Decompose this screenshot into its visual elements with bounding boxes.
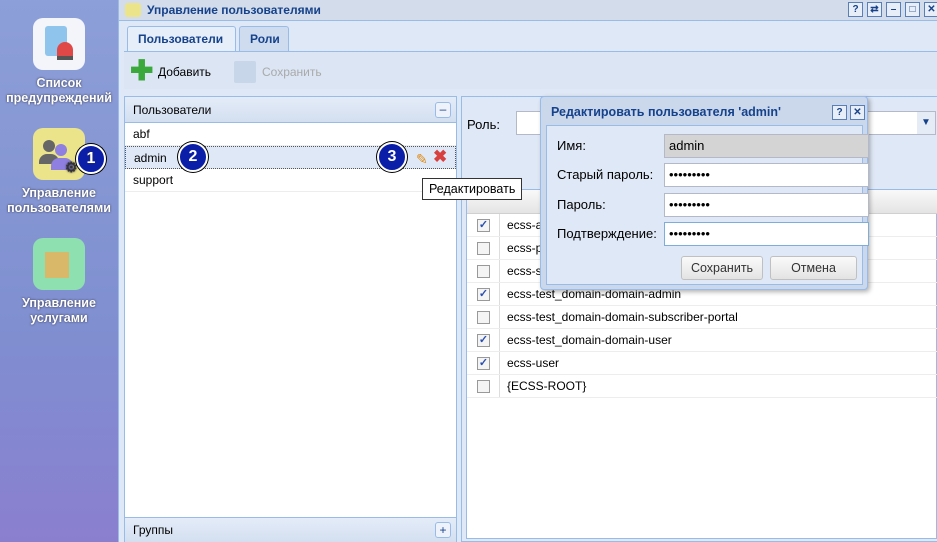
users-panel: Пользователи – abf admin ✎ ✖ support 2 3… [124,96,457,542]
help-button[interactable]: ? [832,105,847,120]
help-button[interactable]: ? [848,2,863,17]
role-checkbox[interactable]: ✓ [477,334,490,347]
dialog-title: Редактировать пользователя 'admin' [551,105,781,119]
tab-users[interactable]: Пользователи [127,26,236,51]
table-row[interactable]: ✓ ecss-test_domain-domain-user [467,329,937,352]
old-password-label: Старый пароль: [557,167,654,182]
role-name: ecss-s [507,264,542,278]
plus-icon: ✚ [130,55,154,86]
users-panel-header: Пользователи – [125,97,456,123]
role-label: Роль: [467,117,501,132]
users-panel-title: Пользователи [133,103,212,117]
step-badge: 1 [76,144,106,174]
role-checkbox[interactable] [477,265,490,278]
table-row[interactable]: ✓ ecss-user [467,352,937,375]
services-icon [33,238,85,290]
role-checkbox[interactable] [477,242,490,255]
window-titlebar: Управление пользователями ? ⇄ – □ ✕ [119,0,937,21]
expand-button[interactable]: + [435,522,451,538]
name-field: admin [664,134,869,158]
sidebar-item-services[interactable]: Управление услугами [0,238,118,326]
minimize-button[interactable]: – [886,2,901,17]
role-checkbox[interactable] [477,311,490,324]
role-name: ecss-p [507,241,543,255]
edit-pencil-icon[interactable]: ✎ [416,148,428,170]
role-name: ecss-test_domain-domain-user [507,333,672,347]
floppy-icon [234,61,256,83]
role-name: ecss-test_domain-domain-subscriber-porta… [507,310,738,324]
toolbar: ✚ Добавить Сохранить [124,51,937,89]
role-name: {ECSS-ROOT} [507,379,587,393]
add-button[interactable]: ✚ Добавить [130,55,212,86]
delete-icon[interactable]: ✖ [433,147,447,167]
close-button[interactable]: ✕ [924,2,937,17]
restore-button[interactable]: ⇄ [867,2,882,17]
sidebar-item-label: Управление услугами [22,296,96,325]
password-field[interactable]: ••••••••• [664,193,869,217]
role-checkbox[interactable]: ✓ [477,219,490,232]
list-item[interactable]: abf [125,123,456,146]
role-checkbox[interactable]: ✓ [477,288,490,301]
maximize-button[interactable]: □ [905,2,920,17]
table-row[interactable]: {ECSS-ROOT} [467,375,937,398]
save-button[interactable]: Сохранить [681,256,763,280]
step-badge: 3 [377,142,407,172]
old-password-field[interactable]: ••••••••• [664,163,869,187]
tooltip: Редактировать [422,178,523,200]
chevron-down-icon[interactable]: ▼ [917,112,935,134]
tab-roles[interactable]: Роли [239,26,289,51]
collapse-button[interactable]: – [435,102,451,118]
add-label: Добавить [158,65,212,79]
list-item[interactable]: support [125,169,456,192]
user-name: admin [134,151,167,165]
close-button[interactable]: ✕ [850,105,865,120]
save-label: Сохранить [262,65,322,79]
role-name: ecss-a [507,218,543,232]
name-label: Имя: [557,138,586,153]
table-row[interactable]: ecss-test_domain-domain-subscriber-porta… [467,306,937,329]
users-icon [125,3,141,17]
password-label: Пароль: [557,197,606,212]
confirm-password-field[interactable]: ••••••••• [664,222,869,246]
groups-panel-header[interactable]: Группы + [125,517,456,542]
role-checkbox[interactable] [477,380,490,393]
sidebar-item-users[interactable]: ⚙ Управление пользователями 1 [0,128,118,216]
save-button[interactable]: Сохранить [232,60,322,84]
sidebar-item-alarms[interactable]: Список предупреждений [0,18,118,106]
confirm-label: Подтверждение: [557,226,657,241]
sidebar-item-label: Управление пользователями [7,186,111,215]
app-sidebar: Список предупреждений ⚙ Управление польз… [0,0,118,542]
step-badge: 2 [178,142,208,172]
role-name: ecss-user [507,356,560,370]
groups-title: Группы [133,523,173,537]
window-title: Управление пользователями [147,3,321,17]
cancel-button[interactable]: Отмена [770,256,857,280]
role-checkbox[interactable]: ✓ [477,357,490,370]
edit-user-dialog: Редактировать пользователя 'admin' ? ✕ И… [540,96,869,290]
sidebar-item-label: Список предупреждений [6,76,112,105]
alarm-list-icon [33,18,85,70]
